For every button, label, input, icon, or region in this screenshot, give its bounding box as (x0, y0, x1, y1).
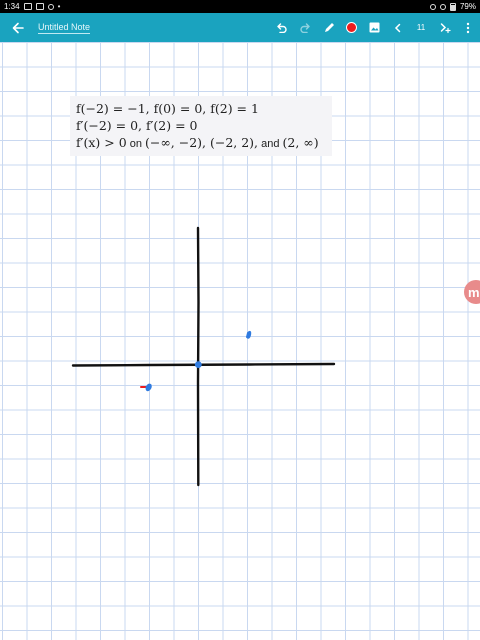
battery-icon (449, 2, 456, 11)
point-neg2-neg1 (145, 383, 152, 392)
note-canvas[interactable]: f(−2) = −1, f(0) = 0, f(2) = 1 f′(−2) = … (0, 42, 480, 640)
page-number: 11 (416, 23, 426, 32)
x-axis-stroke (71, 362, 336, 367)
wifi-icon (439, 3, 446, 10)
toolbar: Untitled Note 11 (0, 13, 480, 42)
color-picker-button[interactable] (340, 13, 363, 42)
undo-button[interactable] (267, 13, 295, 42)
sync-icon (47, 3, 54, 10)
status-bar: 1:34 • 79% (0, 0, 480, 13)
battery-level: 79% (459, 2, 476, 11)
y-axis-stroke (196, 226, 200, 487)
insert-image-button[interactable] (363, 13, 386, 42)
chevron-left-icon (394, 23, 400, 32)
next-page-icon (440, 22, 451, 33)
undo-icon (277, 22, 287, 33)
status-time: 1:34 (4, 2, 20, 11)
origin-point (194, 361, 202, 368)
more-vert-icon (466, 22, 470, 33)
status-right: 79% (429, 2, 476, 11)
previous-page-button[interactable] (386, 13, 409, 42)
pen-color-swatch (346, 22, 357, 33)
note-title[interactable]: Untitled Note (38, 22, 91, 34)
back-arrow-icon (12, 22, 24, 33)
hand-drawn-axes (71, 226, 336, 487)
more-options-button[interactable] (456, 13, 480, 42)
image-notification-icon (35, 3, 44, 10)
more-notifications-icon: • (57, 2, 61, 11)
toolbar-actions: 11 (267, 13, 480, 42)
next-page-button[interactable] (433, 13, 456, 42)
redo-icon (300, 22, 310, 33)
image-icon (369, 22, 380, 33)
redo-button[interactable] (295, 13, 317, 42)
status-left: 1:34 • (4, 2, 61, 11)
pen-tool-button[interactable] (317, 13, 340, 42)
assistant-badge-label: m (468, 284, 480, 300)
alarm-icon (429, 3, 436, 10)
pen-icon (324, 22, 334, 32)
gallery-icon (23, 3, 32, 10)
point-2-1 (246, 330, 252, 339)
back-button[interactable] (0, 13, 36, 42)
